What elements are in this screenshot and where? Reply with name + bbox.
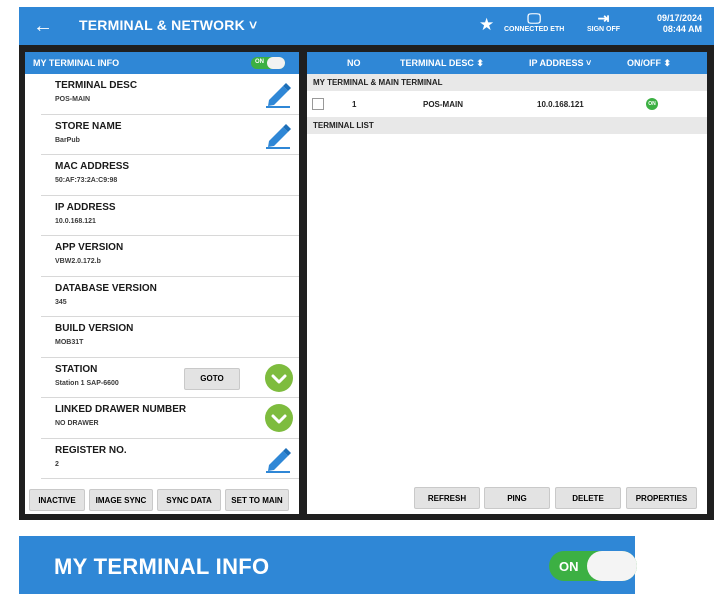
info-row-value: MOB31T [55, 339, 84, 346]
info-row-label: IP ADDRESS [55, 201, 116, 213]
connected-eth-label: CONNECTED ETH [504, 26, 565, 33]
exit-door-icon: ⇥ [597, 10, 610, 26]
row-no: 1 [352, 100, 357, 109]
info-row-terminal-desc[interactable]: TERMINAL DESC POS-MAIN [41, 74, 299, 115]
row-desc: POS-MAIN [423, 100, 463, 109]
check-icon[interactable] [265, 404, 293, 432]
info-row-value: Station 1 SAP-6600 [55, 379, 119, 387]
time-text: 08:44 AM [662, 24, 702, 34]
row-checkbox[interactable] [312, 98, 324, 110]
table-header: NO TERMINAL DESC ⬍ IP ADDRESS ˅ ON/OFF ⬍ [307, 52, 707, 74]
info-row-linked-drawer-number[interactable]: LINKED DRAWER NUMBER NO DRAWER [41, 398, 299, 439]
sign-off-label: SIGN OFF [587, 26, 621, 33]
zoomed-title: MY TERMINAL INFO [54, 554, 270, 579]
refresh-button[interactable]: REFRESH [414, 487, 480, 509]
terminal-list-panel: NO TERMINAL DESC ⬍ IP ADDRESS ˅ ON/OFF ⬍… [307, 52, 707, 514]
info-row-label: DATABASE VERSION [55, 282, 157, 294]
info-row-mac-address: MAC ADDRESS 50:AF:73:2A:C9:98 [41, 155, 299, 196]
info-row-label: APP VERSION [55, 242, 124, 253]
section-terminal-list-label: TERMINAL LIST [313, 121, 374, 130]
terminal-info-title: MY TERMINAL INFO [33, 58, 120, 68]
info-row-label: STATION [55, 363, 98, 375]
zoomed-header-callout: MY TERMINAL INFO ON [19, 536, 637, 594]
section-my-terminal-label: MY TERMINAL & MAIN TERMINAL [313, 78, 443, 87]
sync-data-button[interactable]: SYNC DATA [157, 489, 221, 511]
zoomed-toggle[interactable]: ON [549, 551, 637, 581]
status-on-badge: ON [646, 98, 658, 110]
terminal-toggle[interactable]: ON [251, 57, 285, 69]
info-row-value: 345 [55, 298, 67, 306]
properties-button[interactable]: PROPERTIES [626, 487, 697, 509]
col-ip-address[interactable]: IP ADDRESS ˅ [529, 58, 591, 68]
left-button-bar: INACTIVE IMAGE SYNC SYNC DATA SET TO MAI… [25, 484, 299, 514]
info-row-app-version: APP VERSION VBW2.0.172.b [41, 236, 299, 277]
check-icon[interactable] [265, 363, 293, 392]
info-row-value: VBW2.0.172.b [55, 258, 101, 265]
info-row-label: REGISTER NO. [55, 444, 127, 456]
info-row-value: POS-MAIN [55, 96, 90, 103]
info-row-label: STORE NAME [55, 120, 122, 132]
info-row-value: BarPub [55, 136, 80, 144]
info-row-ip-address: IP ADDRESS 10.0.168.121 [41, 196, 299, 236]
info-row-label: TERMINAL DESC [55, 80, 138, 91]
image-sync-button[interactable]: IMAGE SYNC [89, 489, 153, 511]
pencil-icon[interactable] [263, 80, 293, 108]
info-row-value: NO DRAWER [55, 420, 99, 427]
set-to-main-button[interactable]: SET TO MAIN [225, 489, 289, 511]
info-row-store-name[interactable]: STORE NAME BarPub [41, 115, 299, 155]
page-title[interactable]: TERMINAL & NETWORK ˅ [79, 17, 257, 33]
sign-off-button[interactable]: ⇥ SIGN OFF [587, 10, 621, 34]
info-row-register-no[interactable]: REGISTER NO. 2 [41, 439, 299, 479]
pencil-icon[interactable] [263, 121, 293, 149]
top-bar: ← TERMINAL & NETWORK ˅ ★ 🖵 CONNECTED ETH… [19, 7, 714, 45]
delete-button[interactable]: DELETE [555, 487, 621, 509]
connected-eth-button[interactable]: 🖵 CONNECTED ETH [504, 10, 565, 34]
info-row-value: 2 [55, 460, 59, 468]
monitor-icon: 🖵 [527, 10, 541, 26]
section-my-terminal: MY TERMINAL & MAIN TERMINAL [307, 74, 707, 91]
info-row-database-version: DATABASE VERSION 345 [41, 277, 299, 317]
goto-button[interactable]: GOTO [184, 367, 240, 390]
toggle-knob [267, 57, 285, 69]
ping-button[interactable]: PING [484, 487, 550, 509]
terminal-info-header: MY TERMINAL INFO ON [25, 52, 299, 74]
info-row-station[interactable]: STATION Station 1 SAP-6600 GOTO [41, 358, 299, 398]
section-terminal-list: TERMINAL LIST [307, 117, 707, 134]
col-on-off[interactable]: ON/OFF ⬍ [627, 58, 671, 69]
table-row[interactable]: 1 POS-MAIN 10.0.168.121 ON [307, 91, 707, 117]
info-row-label: LINKED DRAWER NUMBER [55, 404, 187, 415]
app-window: ← TERMINAL & NETWORK ˅ ★ 🖵 CONNECTED ETH… [19, 7, 714, 520]
pencil-icon[interactable] [263, 445, 293, 473]
info-row-label: MAC ADDRESS [55, 161, 130, 172]
info-row-build-version: BUILD VERSION MOB31T [41, 317, 299, 358]
col-terminal-desc[interactable]: TERMINAL DESC ⬍ [400, 58, 484, 69]
col-no[interactable]: NO [347, 58, 361, 68]
zoomed-toggle-on-label: ON [559, 559, 579, 574]
back-arrow-icon[interactable]: ← [33, 15, 53, 38]
zoomed-toggle-knob [587, 551, 637, 581]
datetime: 09/17/2024 08:44 AM [657, 13, 702, 35]
star-icon[interactable]: ★ [479, 15, 494, 35]
info-row-value: 50:AF:73:2A:C9:98 [55, 177, 118, 184]
info-row-value: 10.0.168.121 [55, 217, 96, 225]
inactive-button[interactable]: INACTIVE [29, 489, 85, 511]
info-row-label: BUILD VERSION [55, 323, 134, 334]
row-ip: 10.0.168.121 [537, 100, 584, 109]
terminal-info-panel: MY TERMINAL INFO ON TERMINAL DESC POS-MAI… [25, 52, 299, 514]
date-text: 09/17/2024 [656, 13, 702, 23]
toggle-on-label: ON [255, 59, 264, 65]
